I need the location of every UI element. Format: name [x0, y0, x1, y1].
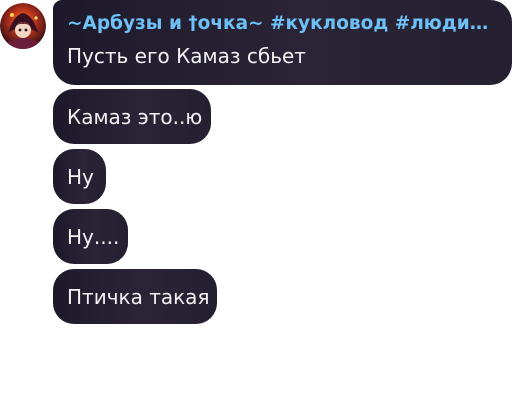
avatar-image: [0, 3, 46, 49]
message-bubble[interactable]: Ну: [53, 149, 106, 204]
sender-name[interactable]: ~Арбузы и †очка~ #кукловод #людипешки #а…: [67, 12, 500, 36]
message-bubble[interactable]: Ну....: [53, 209, 128, 264]
message-text: Пусть его Камаз сбьет: [67, 44, 306, 68]
message-bubble[interactable]: Птичка такая: [53, 269, 217, 324]
message-text: Ну: [67, 164, 94, 189]
avatar[interactable]: [0, 3, 46, 49]
chat-thread: ~Арбузы и †очка~ #кукловод #людипешки #а…: [0, 0, 512, 404]
message-text: Птичка такая: [67, 284, 210, 309]
message-text: Камаз это..ю: [67, 104, 203, 129]
message-bubble[interactable]: Камаз это..ю: [53, 89, 211, 144]
message-text: Ну....: [67, 224, 120, 249]
message-bubble[interactable]: ~Арбузы и †очка~ #кукловод #людипешки #а…: [53, 0, 512, 85]
